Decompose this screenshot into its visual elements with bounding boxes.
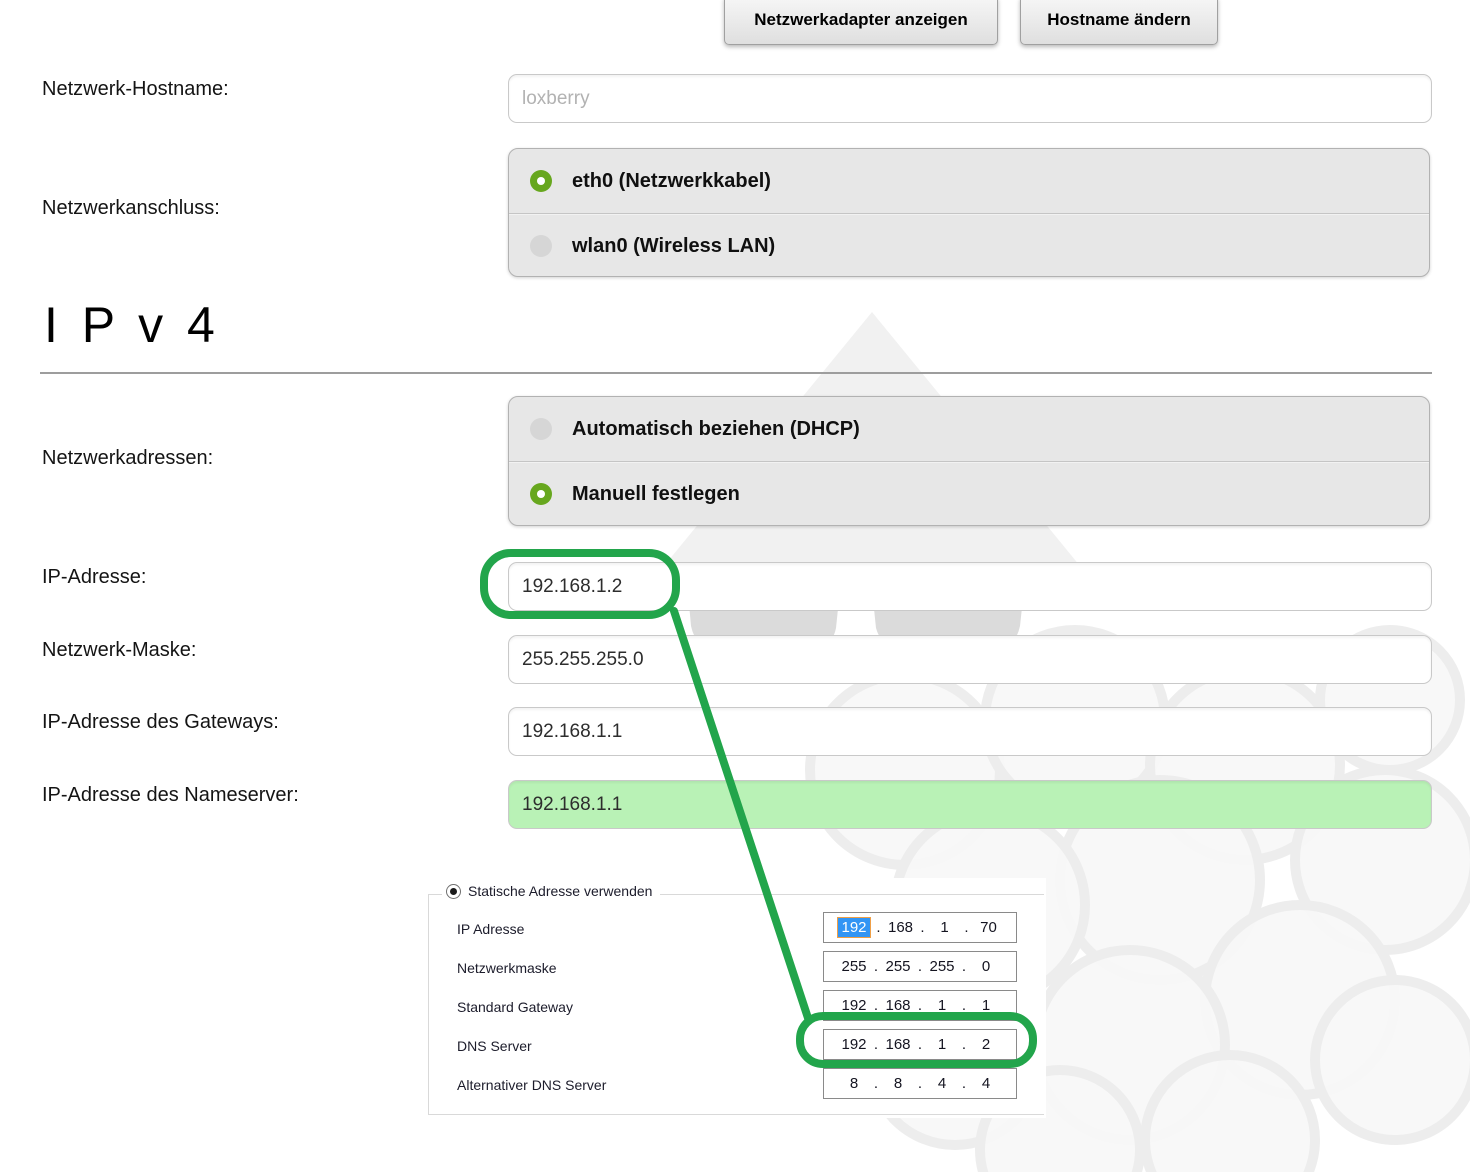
change-hostname-button[interactable]: Hostname ändern bbox=[1020, 0, 1218, 45]
addresses-label: Netzwerkadressen: bbox=[42, 447, 214, 469]
ipv4-section-heading: I P v 4 bbox=[44, 297, 220, 353]
dialog-altdns-label: Alternativer DNS Server bbox=[457, 1077, 607, 1093]
dialog-gateway-field: 192 . 168 . 1 . 1 bbox=[823, 990, 1017, 1021]
embedded-config-screenshot: Statische Adresse verwenden IP Adresse N… bbox=[428, 878, 1046, 1118]
static-address-radio-label: Statische Adresse verwenden bbox=[468, 883, 653, 899]
static-address-radio: Statische Adresse verwenden bbox=[442, 881, 661, 901]
dialog-mask-field: 255 . 255 . 255 . 0 bbox=[823, 951, 1017, 982]
nameserver-label: IP-Adresse des Nameserver: bbox=[42, 784, 299, 806]
dialog-mask-label: Netzwerkmaske bbox=[457, 960, 557, 976]
radio-selected-icon bbox=[446, 883, 461, 899]
dialog-ip-label: IP Adresse bbox=[457, 921, 525, 937]
radio-selected-icon bbox=[530, 483, 552, 505]
hostname-input[interactable] bbox=[508, 74, 1432, 123]
ip-address-input[interactable] bbox=[508, 562, 1432, 611]
radio-option-dhcp[interactable]: Automatisch beziehen (DHCP) bbox=[509, 397, 1429, 461]
radio-option-label: wlan0 (Wireless LAN) bbox=[572, 234, 776, 257]
dialog-altdns-field: 8 . 8 . 4 . 4 bbox=[823, 1068, 1017, 1099]
show-network-adapters-button[interactable]: Netzwerkadapter anzeigen bbox=[724, 0, 998, 45]
dialog-dns-field: 192 . 168 . 1 . 2 bbox=[823, 1029, 1017, 1060]
interface-label: Netzwerkanschluss: bbox=[42, 197, 220, 219]
radio-unselected-icon bbox=[530, 418, 552, 440]
netmask-label: Netzwerk-Maske: bbox=[42, 639, 197, 661]
radio-option-eth0[interactable]: eth0 (Netzwerkkabel) bbox=[509, 149, 1429, 213]
radio-option-wlan0[interactable]: wlan0 (Wireless LAN) bbox=[509, 213, 1429, 278]
radio-selected-icon bbox=[530, 170, 552, 192]
radio-option-label: Automatisch beziehen (DHCP) bbox=[572, 417, 860, 440]
section-divider bbox=[40, 372, 1432, 374]
dialog-gateway-label: Standard Gateway bbox=[457, 999, 573, 1015]
netmask-input[interactable] bbox=[508, 635, 1432, 684]
radio-option-label: eth0 (Netzwerkkabel) bbox=[572, 169, 771, 192]
interface-radio-group: eth0 (Netzwerkkabel) wlan0 (Wireless LAN… bbox=[508, 148, 1430, 277]
selected-octet: 192 bbox=[838, 918, 870, 937]
dialog-dns-label: DNS Server bbox=[457, 1038, 532, 1054]
ip-address-label: IP-Adresse: bbox=[42, 566, 147, 588]
dialog-ip-field: 192 . 168 . 1 . 70 bbox=[823, 912, 1017, 943]
address-mode-radio-group: Automatisch beziehen (DHCP) Manuell fest… bbox=[508, 396, 1430, 526]
nameserver-input[interactable] bbox=[508, 780, 1432, 829]
radio-option-label: Manuell festlegen bbox=[572, 482, 740, 505]
hostname-label: Netzwerk-Hostname: bbox=[42, 78, 229, 100]
gateway-label: IP-Adresse des Gateways: bbox=[42, 711, 279, 733]
radio-unselected-icon bbox=[530, 235, 552, 257]
network-settings-page: Netzwerkadapter anzeigen Hostname ändern… bbox=[0, 0, 1470, 1172]
gateway-input[interactable] bbox=[508, 707, 1432, 756]
radio-option-manual[interactable]: Manuell festlegen bbox=[509, 461, 1429, 526]
